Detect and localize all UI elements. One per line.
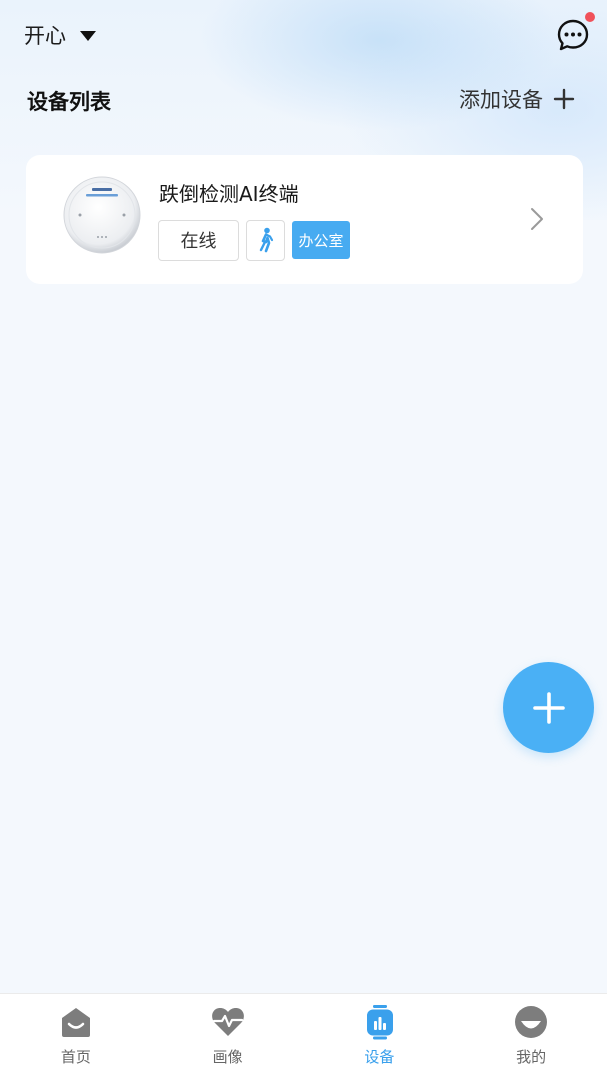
user-name: 开心: [24, 24, 66, 48]
tab-home-label: 首页: [60, 1048, 91, 1066]
add-device-label: 添加设备: [459, 88, 543, 112]
bottom-tab-bar: 首页 画像 设备 我的: [0, 993, 607, 1080]
tab-profile-portrait[interactable]: 画像: [152, 994, 304, 1080]
tab-home[interactable]: 首页: [0, 994, 152, 1080]
tab-portrait-label: 画像: [212, 1048, 243, 1066]
device-card[interactable]: 跌倒检测AI终端 在线 办公室: [26, 155, 583, 284]
unread-dot: [585, 12, 595, 22]
plus-icon: [553, 88, 575, 110]
tab-devices[interactable]: 设备: [304, 994, 456, 1080]
device-list-title: 设备列表: [27, 90, 111, 114]
device-list-header: 设备列表 添加设备: [0, 78, 607, 122]
add-floating-button[interactable]: [503, 662, 594, 753]
tab-mine[interactable]: 我的: [455, 994, 607, 1080]
home-icon: [62, 1008, 90, 1037]
chat-bubble-icon[interactable]: [556, 18, 590, 52]
heart-pulse-icon: [211, 1008, 244, 1036]
plus-icon: [532, 691, 565, 724]
tab-mine-label: 我的: [516, 1048, 547, 1066]
add-device-button[interactable]: 添加设备: [459, 84, 575, 114]
profile-icon: [515, 1006, 548, 1038]
caret-down-icon: [80, 31, 96, 41]
device-name: 跌倒检测AI终端: [159, 182, 299, 206]
chevron-right-icon: [531, 208, 543, 230]
user-switcher[interactable]: 开心: [24, 18, 96, 52]
device-image: [63, 176, 141, 254]
walking-person-icon: [246, 219, 285, 261]
top-bar: 开心: [0, 0, 607, 70]
tab-devices-label: 设备: [364, 1048, 395, 1066]
device-tags: 在线 办公室: [158, 219, 350, 261]
status-badge: 在线: [158, 219, 239, 261]
device-icon: [366, 1005, 393, 1040]
room-badge: 办公室: [292, 221, 350, 259]
